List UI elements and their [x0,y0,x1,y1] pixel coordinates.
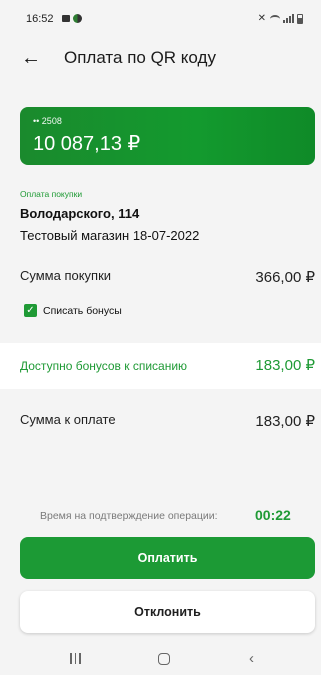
timer-value: 00:22 [255,507,291,523]
wifi-icon [270,14,280,23]
home-icon[interactable] [158,653,170,665]
available-bonuses-label: Доступно бонусов к списанию [20,359,188,373]
available-bonuses-row: Доступно бонусов к списанию 183,00 ₽ [0,343,321,389]
payment-card[interactable]: •• 2508 10 087,13 ₽ [20,107,315,165]
message-notification-icon [62,15,70,22]
recent-apps-icon[interactable] [70,653,81,664]
card-number: •• 2508 [33,116,62,126]
decline-button[interactable]: Отклонить [20,591,315,633]
signal-icon [283,14,294,23]
available-bonuses-value: 183,00 ₽ [255,357,315,374]
back-arrow-icon[interactable]: ← [18,45,44,71]
total-to-pay-row: Сумма к оплате 183,00 ₽ [20,412,315,430]
timer-label: Время на подтверждение операции: [40,510,218,522]
purchase-section-label: Оплата покупки [20,189,83,199]
system-nav-bar: ‹ [0,644,321,675]
page-title: Оплата по QR коду [64,48,216,67]
pay-button[interactable]: Оплатить [20,537,315,579]
purchase-amount-value: 366,00 ₽ [255,269,315,286]
card-balance: 10 087,13 ₽ [33,133,141,155]
battery-icon [297,13,303,24]
status-time: 16:52 [26,13,54,25]
status-icons: ✕ [258,13,303,24]
mute-icon: ✕ [257,13,267,24]
use-bonuses-toggle[interactable]: ✓ Списать бонусы [24,304,122,317]
nav-back-icon[interactable]: ‹ [249,650,254,667]
app-header: ← Оплата по QR коду [0,36,321,84]
app-notification-icon [73,14,82,23]
purchase-amount-label: Сумма покупки [20,268,112,283]
confirmation-timer: Время на подтверждение операции: 00:22 [0,507,321,525]
total-to-pay-value: 183,00 ₽ [255,413,315,430]
checkbox-checked-icon[interactable]: ✓ [24,304,37,317]
status-bar: 16:52 ✕ [0,0,321,36]
merchant-name: Володарского, 114 [20,206,140,221]
merchant-store: Тестовый магазин 18-07-2022 [20,228,200,243]
total-to-pay-label: Сумма к оплате [20,412,116,427]
use-bonuses-label: Списать бонусы [43,304,122,317]
purchase-amount-row: Сумма покупки 366,00 ₽ [20,268,315,286]
